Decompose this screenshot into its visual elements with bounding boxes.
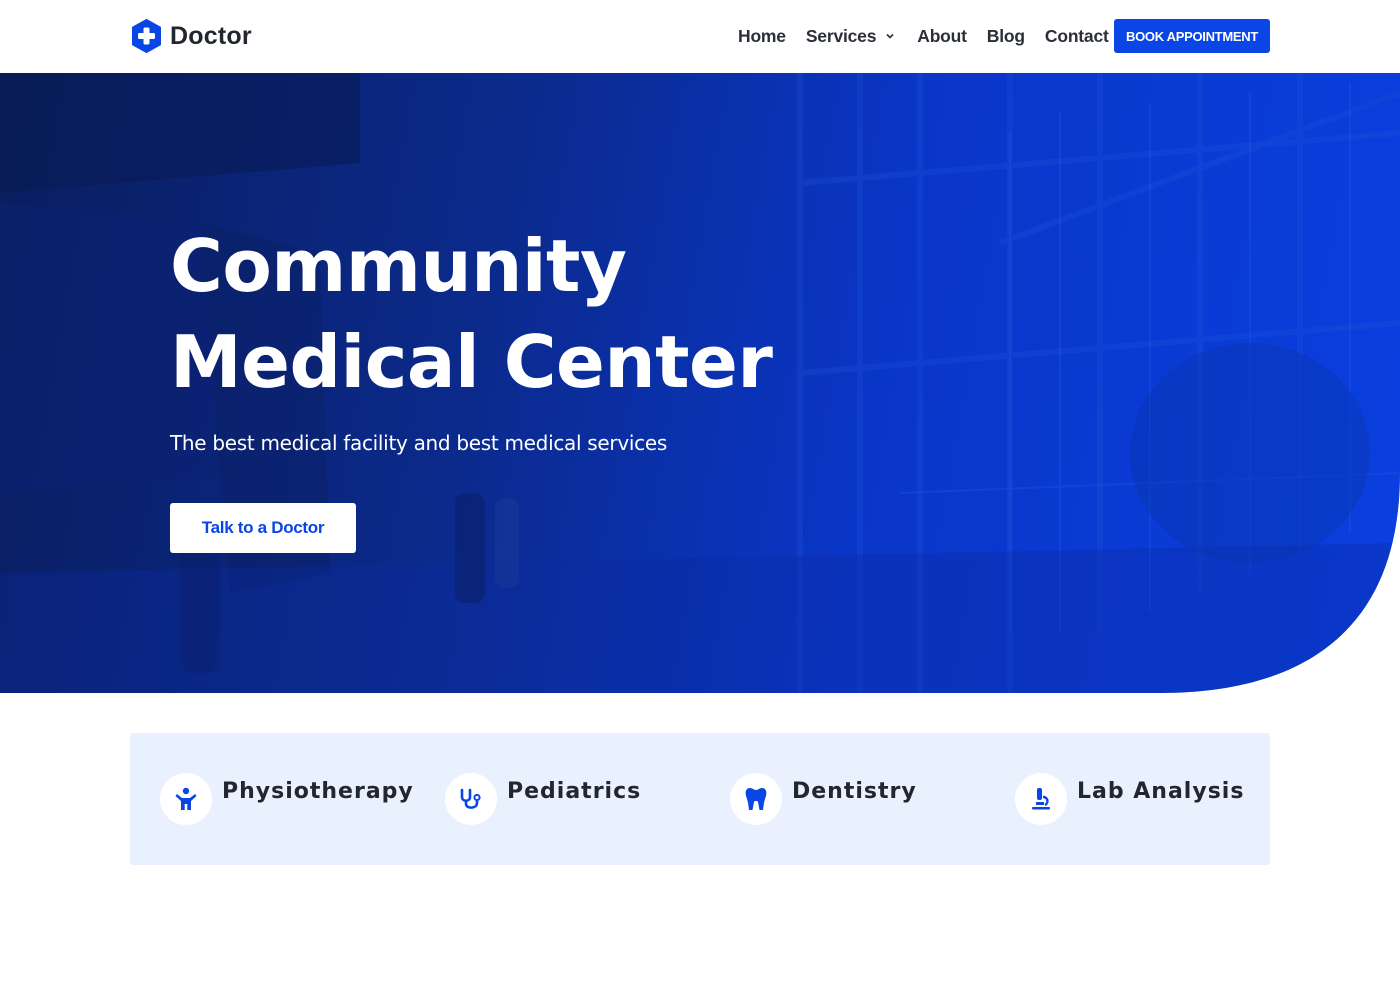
hero-subtitle: The best medical facility and best medic… — [170, 431, 667, 455]
service-icon-circle — [445, 773, 497, 825]
hero-section: Community Medical Center The best medica… — [0, 73, 1400, 693]
hero-title-line-1: Community — [170, 224, 627, 308]
service-label: Lab Analysis — [1077, 779, 1245, 804]
nav-contact[interactable]: Contact — [1045, 26, 1109, 47]
main-nav: Home Services About Blog Contact — [738, 19, 1129, 53]
service-label: Pediatrics — [507, 779, 642, 804]
nav-blog[interactable]: Blog — [987, 26, 1025, 47]
nav-services[interactable]: Services — [806, 26, 897, 47]
nav-services-label: Services — [805, 25, 877, 46]
service-lab-analysis[interactable]: Lab Analysis — [1015, 773, 1244, 825]
nav-contact-label: Contact — [1044, 25, 1109, 46]
service-dentistry[interactable]: Dentistry — [730, 773, 917, 825]
site-header: Doctor Home Services About Blog Contact … — [0, 0, 1400, 73]
tooth-icon — [745, 788, 767, 810]
microscope-icon — [1032, 788, 1050, 810]
service-icon-circle — [160, 773, 212, 825]
services-strip: Physiotherapy Pediatrics Dentistry Lab A… — [130, 733, 1270, 865]
talk-to-doctor-button[interactable]: Talk to a Doctor — [170, 503, 356, 553]
nav-blog-label: Blog — [986, 25, 1025, 46]
logo[interactable]: Doctor — [131, 19, 252, 53]
service-physiotherapy[interactable]: Physiotherapy — [160, 773, 414, 825]
chevron-down-icon — [886, 33, 894, 39]
nav-home[interactable]: Home — [738, 26, 786, 47]
book-appointment-button[interactable]: BOOK APPOINTMENT — [1114, 19, 1270, 53]
nav-about-label: About — [917, 25, 967, 46]
logo-text: Doctor — [170, 21, 252, 50]
stethoscope-icon — [460, 788, 481, 809]
service-label: Dentistry — [792, 779, 917, 804]
child-icon — [175, 787, 197, 810]
service-label: Physiotherapy — [222, 779, 414, 804]
hero-title-line-2: Medical Center — [170, 320, 773, 404]
medical-cross-logo-icon — [132, 19, 161, 53]
hero-title: Community Medical Center — [170, 218, 772, 410]
nav-home-label: Home — [738, 25, 786, 46]
service-icon-circle — [1015, 773, 1067, 825]
service-pediatrics[interactable]: Pediatrics — [445, 773, 641, 825]
service-icon-circle — [730, 773, 782, 825]
nav-about[interactable]: About — [917, 26, 967, 47]
